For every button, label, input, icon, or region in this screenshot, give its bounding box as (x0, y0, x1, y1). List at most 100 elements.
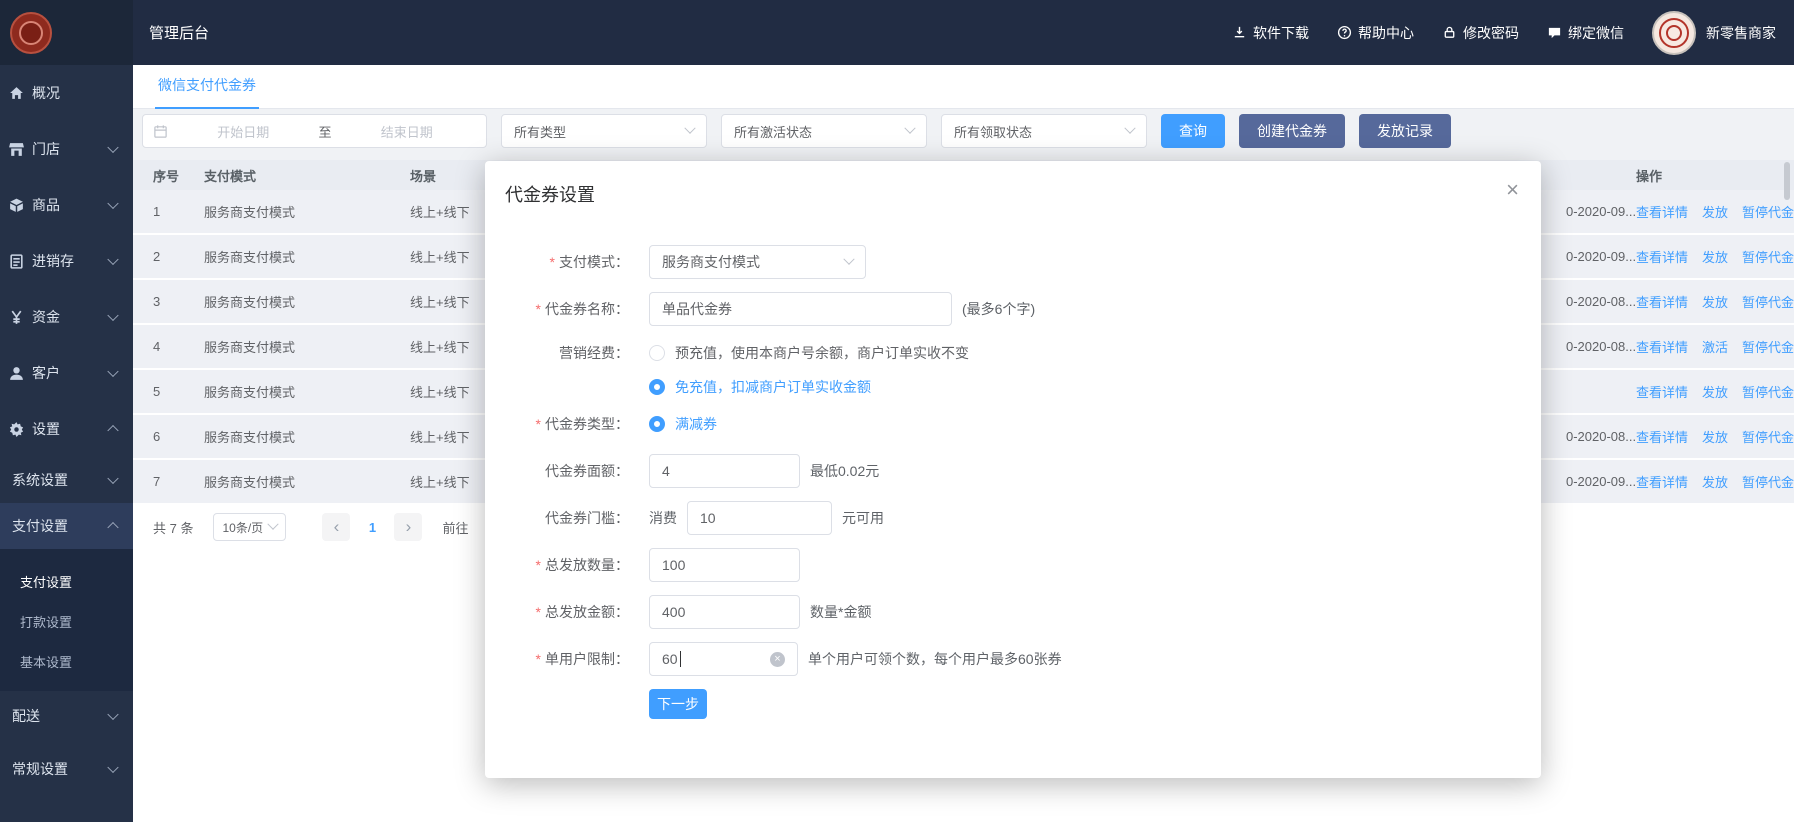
gear-icon (8, 421, 25, 438)
pause-voucher-link[interactable]: 暂停代金券 (1742, 292, 1794, 311)
sidebar-item-products[interactable]: 商品 (0, 177, 133, 233)
issue-link[interactable]: 发放 (1702, 202, 1728, 221)
view-detail-link[interactable]: 查看详情 (1636, 202, 1688, 221)
sidebar-item-general-settings[interactable]: 常规设置 (0, 741, 133, 797)
help-center-link[interactable]: 帮助中心 (1337, 23, 1414, 43)
sidebar-item-settings[interactable]: 设置 (0, 401, 133, 457)
type-filter-select[interactable]: 所有类型 (501, 114, 707, 148)
view-detail-link[interactable]: 查看详情 (1636, 427, 1688, 446)
software-download-link[interactable]: 软件下载 (1232, 23, 1309, 43)
date-range-picker[interactable]: 开始日期 至 结束日期 (142, 114, 487, 148)
sidebar-item-payout-settings[interactable]: 打款设置 (0, 601, 133, 641)
user-limit-row: 单用户限制： 60 × 单个用户可领个数，每个用户最多60张券 (505, 642, 1521, 676)
account-menu[interactable]: 新零售商家 (1652, 10, 1776, 55)
home-icon (8, 85, 25, 102)
issue-link[interactable]: 发放 (1702, 292, 1728, 311)
free-charge-radio[interactable] (649, 379, 665, 395)
sidebar-item-delivery[interactable]: 配送 (0, 691, 133, 741)
pause-voucher-link[interactable]: 暂停代金券 (1742, 247, 1794, 266)
user-limit-input[interactable]: 60 × (649, 642, 798, 676)
pause-voucher-link[interactable]: 暂停代金券 (1742, 427, 1794, 446)
issue-link[interactable]: 发放 (1702, 472, 1728, 491)
sidebar-item-basic-settings[interactable]: 基本设置 (0, 641, 133, 681)
admin-title: 管理后台 (149, 25, 210, 42)
chat-icon (1548, 27, 1561, 39)
close-icon[interactable]: × (1506, 179, 1519, 201)
claim-status-filter-select[interactable]: 所有领取状态 (941, 114, 1147, 148)
prepaid-radio[interactable] (649, 345, 665, 361)
prev-page-button[interactable]: ‹ (322, 513, 351, 541)
clipboard-icon (8, 253, 25, 270)
face-value-label: 代金券面额： (545, 463, 629, 479)
create-voucher-button[interactable]: 创建代金券 (1239, 114, 1345, 148)
merchant-name: 新零售商家 (1706, 24, 1776, 41)
next-page-button[interactable]: › (394, 513, 423, 541)
tab-wechat-pay-voucher[interactable]: 微信支付代金券 (155, 75, 259, 109)
activate-link[interactable]: 激活 (1702, 337, 1728, 356)
prepaid-radio-label[interactable]: 预充值，使用本商户号余额，商户订单实收不变 (675, 343, 969, 363)
col-scene: 场景 (410, 168, 437, 184)
dialog-title: 代金券设置 (505, 185, 595, 205)
user-limit-hint: 单个用户可领个数，每个用户最多60张券 (808, 651, 1062, 667)
voucher-type-label: 代金券类型： (505, 414, 629, 434)
voucher-name-input[interactable]: 单品代金券 (649, 292, 952, 326)
voucher-form: 支付模式： 服务商支付模式 代金券名称： 单品代金券 (最多6个字) 营销经费： (505, 245, 1521, 719)
sidebar-item-stores[interactable]: 门店 (0, 121, 133, 177)
date-cell: 0-2020-09... (1566, 249, 1637, 264)
chevron-down-icon (843, 253, 855, 265)
payment-settings-submenu: 支付设置 打款设置 基本设置 (0, 549, 133, 691)
chevron-down-icon (267, 518, 280, 530)
issue-records-button[interactable]: 发放记录 (1359, 114, 1451, 148)
total-amount-label: 总发放金额： (505, 602, 629, 622)
chevron-up-icon (107, 424, 119, 437)
issue-link[interactable]: 发放 (1702, 427, 1728, 446)
view-detail-link[interactable]: 查看详情 (1636, 472, 1688, 491)
calendar-icon (154, 124, 167, 138)
face-value-input[interactable]: 4 (649, 454, 800, 488)
view-detail-link[interactable]: 查看详情 (1636, 292, 1688, 311)
sidebar-item-payment-settings-group[interactable]: 支付设置 (0, 503, 133, 549)
total-count-input[interactable]: 100 (649, 548, 800, 582)
full-reduction-radio-label[interactable]: 满减券 (675, 414, 717, 434)
sidebar-item-inventory[interactable]: 进销存 (0, 233, 133, 289)
chevron-down-icon (107, 309, 119, 322)
active-status-filter-select[interactable]: 所有激活状态 (721, 114, 927, 148)
total-amount-input[interactable]: 400 (649, 595, 800, 629)
issue-link[interactable]: 发放 (1702, 382, 1728, 401)
date-cell: 0-2020-08... (1566, 339, 1637, 354)
page-size-select[interactable]: 10条/页 (213, 513, 287, 541)
view-detail-link[interactable]: 查看详情 (1636, 382, 1688, 401)
pager-buttons: ‹ 1 › (322, 513, 423, 541)
pause-voucher-link[interactable]: 暂停代金券 (1742, 472, 1794, 491)
full-reduction-radio[interactable] (649, 416, 665, 432)
sidebar-item-payment-settings[interactable]: 支付设置 (0, 561, 133, 601)
total-count-row: 总发放数量： 100 (505, 548, 1521, 582)
pay-mode-select[interactable]: 服务商支付模式 (649, 245, 866, 279)
sidebar-item-system-settings[interactable]: 系统设置 (0, 457, 133, 503)
page-number[interactable]: 1 (362, 520, 382, 535)
start-date-placeholder: 开始日期 (217, 124, 270, 140)
pause-voucher-link[interactable]: 暂停代金券 (1742, 337, 1794, 356)
threshold-input[interactable]: 10 (687, 501, 832, 535)
pause-voucher-link[interactable]: 暂停代金券 (1742, 382, 1794, 401)
voucher-type-row: 代金券类型： 满减券 (505, 407, 1521, 441)
store-icon (8, 141, 25, 158)
clear-input-icon[interactable]: × (770, 651, 785, 667)
view-detail-link[interactable]: 查看详情 (1636, 247, 1688, 266)
query-button[interactable]: 查询 (1161, 114, 1225, 148)
pause-voucher-link[interactable]: 暂停代金券 (1742, 202, 1794, 221)
threshold-label: 代金券门槛： (545, 510, 629, 526)
chevron-down-icon (107, 197, 119, 210)
free-charge-radio-label[interactable]: 免充值，扣减商户订单实收金额 (675, 377, 871, 397)
sidebar-item-funds[interactable]: 资金 (0, 289, 133, 345)
sidebar-item-overview[interactable]: 概况 (0, 65, 133, 121)
issue-link[interactable]: 发放 (1702, 247, 1728, 266)
change-password-link[interactable]: 修改密码 (1442, 23, 1519, 43)
threshold-suffix: 元可用 (842, 510, 884, 526)
next-step-button[interactable]: 下一步 (649, 689, 707, 719)
box-icon (8, 197, 25, 214)
sidebar-item-customers[interactable]: 客户 (0, 345, 133, 401)
bind-wechat-link[interactable]: 绑定微信 (1547, 23, 1624, 43)
horizontal-scrollbar-thumb[interactable] (1784, 162, 1790, 200)
view-detail-link[interactable]: 查看详情 (1636, 337, 1688, 356)
